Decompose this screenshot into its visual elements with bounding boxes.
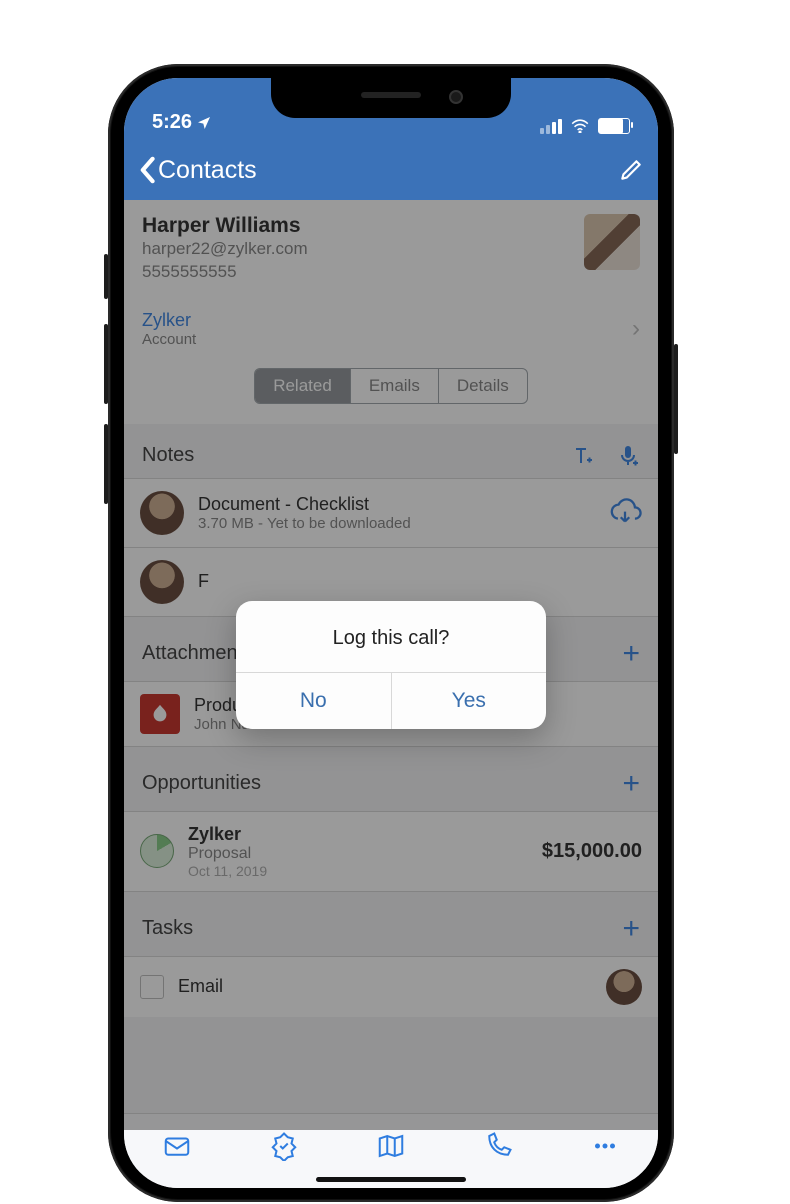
home-indicator[interactable]: [316, 1177, 466, 1182]
nav-bar: Contacts: [124, 140, 658, 200]
dialog-yes-button[interactable]: Yes: [392, 673, 547, 729]
checkin-icon[interactable]: [269, 1131, 299, 1161]
more-icon[interactable]: [590, 1131, 620, 1161]
call-icon[interactable]: [483, 1131, 513, 1161]
mail-icon[interactable]: [162, 1131, 192, 1161]
notch: [271, 78, 511, 118]
wifi-icon: [570, 119, 590, 133]
content-area[interactable]: Harper Williams harper22@zylker.com 5555…: [124, 200, 658, 1130]
pencil-icon: [618, 157, 644, 183]
back-label: Contacts: [158, 156, 257, 185]
phone-frame: 5:26 Contacts: [108, 64, 674, 1202]
dialog-title: Log this call?: [236, 601, 546, 672]
chevron-left-icon: [138, 156, 156, 184]
location-icon: [196, 115, 212, 131]
status-time: 5:26: [152, 111, 192, 134]
map-icon[interactable]: [376, 1131, 406, 1161]
back-button[interactable]: Contacts: [138, 156, 257, 185]
dialog-no-button[interactable]: No: [236, 673, 392, 729]
signal-icon: [540, 119, 562, 134]
edit-button[interactable]: [618, 157, 644, 183]
log-call-dialog: Log this call? No Yes: [236, 601, 546, 729]
modal-overlay[interactable]: Log this call? No Yes: [124, 200, 658, 1130]
battery-icon: [598, 118, 630, 134]
